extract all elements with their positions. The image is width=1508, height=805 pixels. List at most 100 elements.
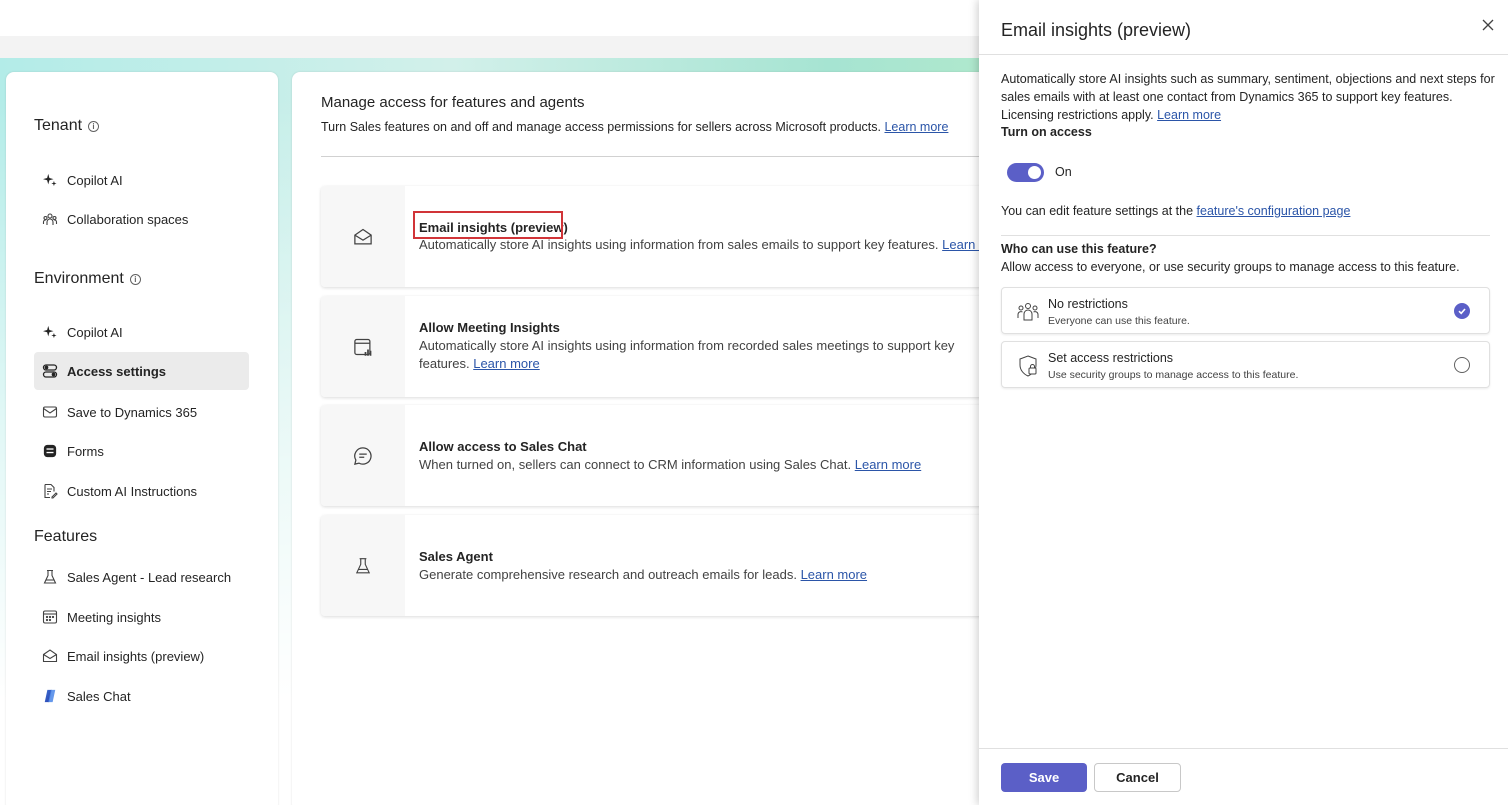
learn-more-link[interactable]: Learn more xyxy=(801,567,867,582)
nav-item-save-to-dynamics[interactable]: Save to Dynamics 365 xyxy=(34,393,249,431)
card-icon-column xyxy=(321,405,405,506)
feature-card-meeting-insights[interactable]: Allow Meeting Insights Automatically sto… xyxy=(321,296,992,397)
who-can-use-description: Allow access to everyone, or use securit… xyxy=(1001,260,1460,274)
nav-label: Meeting insights xyxy=(67,609,161,625)
environment-section-title: Environment i xyxy=(34,270,141,288)
card-icon-column xyxy=(321,186,405,287)
page-title: Manage access for features and agents xyxy=(321,94,585,111)
nav-item-environment-copilot-ai[interactable]: Copilot AI xyxy=(34,313,249,351)
features-section-title: Features xyxy=(34,528,97,546)
nav-label: Sales Chat xyxy=(67,688,131,704)
calendar-icon xyxy=(42,609,58,625)
info-icon[interactable]: i xyxy=(88,120,100,132)
cancel-button[interactable]: Cancel xyxy=(1094,763,1181,792)
divider xyxy=(321,156,992,157)
people-group-icon xyxy=(1017,303,1039,321)
panel-description: Automatically store AI insights such as … xyxy=(1001,70,1501,124)
page-subtitle: Turn Sales features on and off and manag… xyxy=(321,120,948,134)
nav-label: Custom AI Instructions xyxy=(67,483,198,499)
who-can-use-title: Who can use this feature? xyxy=(1001,242,1157,256)
tenant-title-text: Tenant xyxy=(34,117,83,134)
card-description: Automatically store AI insights using in… xyxy=(419,236,992,254)
card-icon-column xyxy=(321,515,405,616)
divider xyxy=(979,748,1508,749)
divider xyxy=(1001,235,1490,236)
toggle-state-label: On xyxy=(1055,165,1072,179)
nav-item-tenant-copilot-ai[interactable]: Copilot AI xyxy=(34,161,249,199)
learn-more-link[interactable]: Learn more xyxy=(855,457,921,472)
sparkle-icon xyxy=(42,324,58,340)
nav-item-forms[interactable]: Forms xyxy=(34,432,249,470)
card-description-text: Automatically store AI insights using in… xyxy=(419,237,939,252)
toggle-settings-icon xyxy=(42,363,58,379)
nav-label: Email insights (preview) xyxy=(67,648,205,664)
email-insights-panel: Email insights (preview) Automatically s… xyxy=(979,0,1508,805)
beaker-icon xyxy=(42,569,58,585)
radio-selected[interactable] xyxy=(1454,303,1470,319)
calendar-chart-icon xyxy=(354,338,372,356)
beaker-icon xyxy=(355,557,371,573)
feature-card-email-insights[interactable]: Email insights (preview) Automatically s… xyxy=(321,186,992,287)
divider xyxy=(979,54,1508,55)
feature-card-sales-chat[interactable]: Allow access to Sales Chat When turned o… xyxy=(321,405,992,506)
close-icon xyxy=(1482,19,1494,31)
card-description: Generate comprehensive research and outr… xyxy=(419,566,867,584)
nav-item-collaboration-spaces[interactable]: Collaboration spaces xyxy=(34,200,249,238)
panel-title: Email insights (preview) xyxy=(1001,20,1192,40)
option-description: Everyone can use this feature. xyxy=(1048,315,1190,327)
learn-more-link[interactable]: Learn more xyxy=(884,120,948,134)
nav-item-sales-chat[interactable]: Sales Chat xyxy=(34,677,249,715)
forms-icon xyxy=(42,443,58,459)
left-navigation: Tenant i Copilot AI Collaboration spaces… xyxy=(6,72,278,805)
learn-more-link[interactable]: Learn more xyxy=(473,356,539,371)
people-group-icon xyxy=(42,211,58,227)
info-icon[interactable]: i xyxy=(129,273,141,285)
feature-card-sales-agent[interactable]: Sales Agent Generate comprehensive resea… xyxy=(321,515,992,616)
main-content: Manage access for features and agents Tu… xyxy=(292,72,992,805)
card-description-text: Generate comprehensive research and outr… xyxy=(419,567,797,582)
nav-label: Sales Agent - Lead research xyxy=(67,569,232,585)
nav-label: Copilot AI xyxy=(67,172,123,188)
nav-item-access-settings[interactable]: Access settings xyxy=(34,352,249,390)
edit-settings-text-content: You can edit feature settings at the xyxy=(1001,204,1194,218)
mail-open-icon xyxy=(42,648,58,664)
option-title: No restrictions xyxy=(1048,297,1128,311)
nav-item-sales-agent-lead-research[interactable]: Sales Agent - Lead research xyxy=(34,558,249,596)
copilot-logo-icon xyxy=(42,688,58,704)
option-title: Set access restrictions xyxy=(1048,351,1174,365)
radio-unselected[interactable] xyxy=(1454,357,1470,373)
nav-item-custom-ai-instructions[interactable]: Custom AI Instructions xyxy=(34,472,249,510)
features-title-text: Features xyxy=(34,528,98,545)
page-subtitle-text: Turn Sales features on and off and manag… xyxy=(321,120,881,134)
option-set-access-restrictions[interactable]: Set access restrictions Use security gro… xyxy=(1001,341,1490,388)
panel-description-text: Automatically store AI insights such as … xyxy=(1001,72,1495,122)
chat-icon xyxy=(354,446,372,465)
turn-on-access-label: Turn on access xyxy=(1001,125,1092,139)
nav-label: Copilot AI xyxy=(67,324,123,340)
card-title: Allow access to Sales Chat xyxy=(419,439,587,454)
mail-icon xyxy=(42,404,58,420)
card-description: Automatically store AI insights using in… xyxy=(419,337,959,373)
mail-open-icon xyxy=(354,228,372,244)
checkmark-icon xyxy=(1458,308,1466,315)
learn-more-link[interactable]: Learn more xyxy=(1157,108,1221,122)
option-no-restrictions[interactable]: No restrictions Everyone can use this fe… xyxy=(1001,287,1490,334)
nav-label: Access settings xyxy=(67,363,166,379)
configuration-page-link[interactable]: feature's configuration page xyxy=(1197,204,1351,218)
access-toggle[interactable] xyxy=(1007,163,1044,182)
card-title: Sales Agent xyxy=(419,549,493,564)
sparkle-icon xyxy=(42,172,58,188)
nav-label: Forms xyxy=(67,443,104,459)
document-edit-icon xyxy=(42,483,58,499)
card-title: Allow Meeting Insights xyxy=(419,320,560,335)
nav-item-meeting-insights[interactable]: Meeting insights xyxy=(34,598,249,636)
card-description-text: When turned on, sellers can connect to C… xyxy=(419,457,852,472)
nav-item-email-insights[interactable]: Email insights (preview) xyxy=(34,637,249,675)
nav-label: Save to Dynamics 365 xyxy=(67,404,198,420)
save-button[interactable]: Save xyxy=(1001,763,1087,792)
close-button[interactable] xyxy=(1479,16,1497,34)
card-title: Email insights (preview) xyxy=(419,220,568,235)
edit-settings-text: You can edit feature settings at the fea… xyxy=(1001,204,1350,218)
tenant-section-title: Tenant i xyxy=(34,117,100,135)
option-description: Use security groups to manage access to … xyxy=(1048,369,1299,381)
